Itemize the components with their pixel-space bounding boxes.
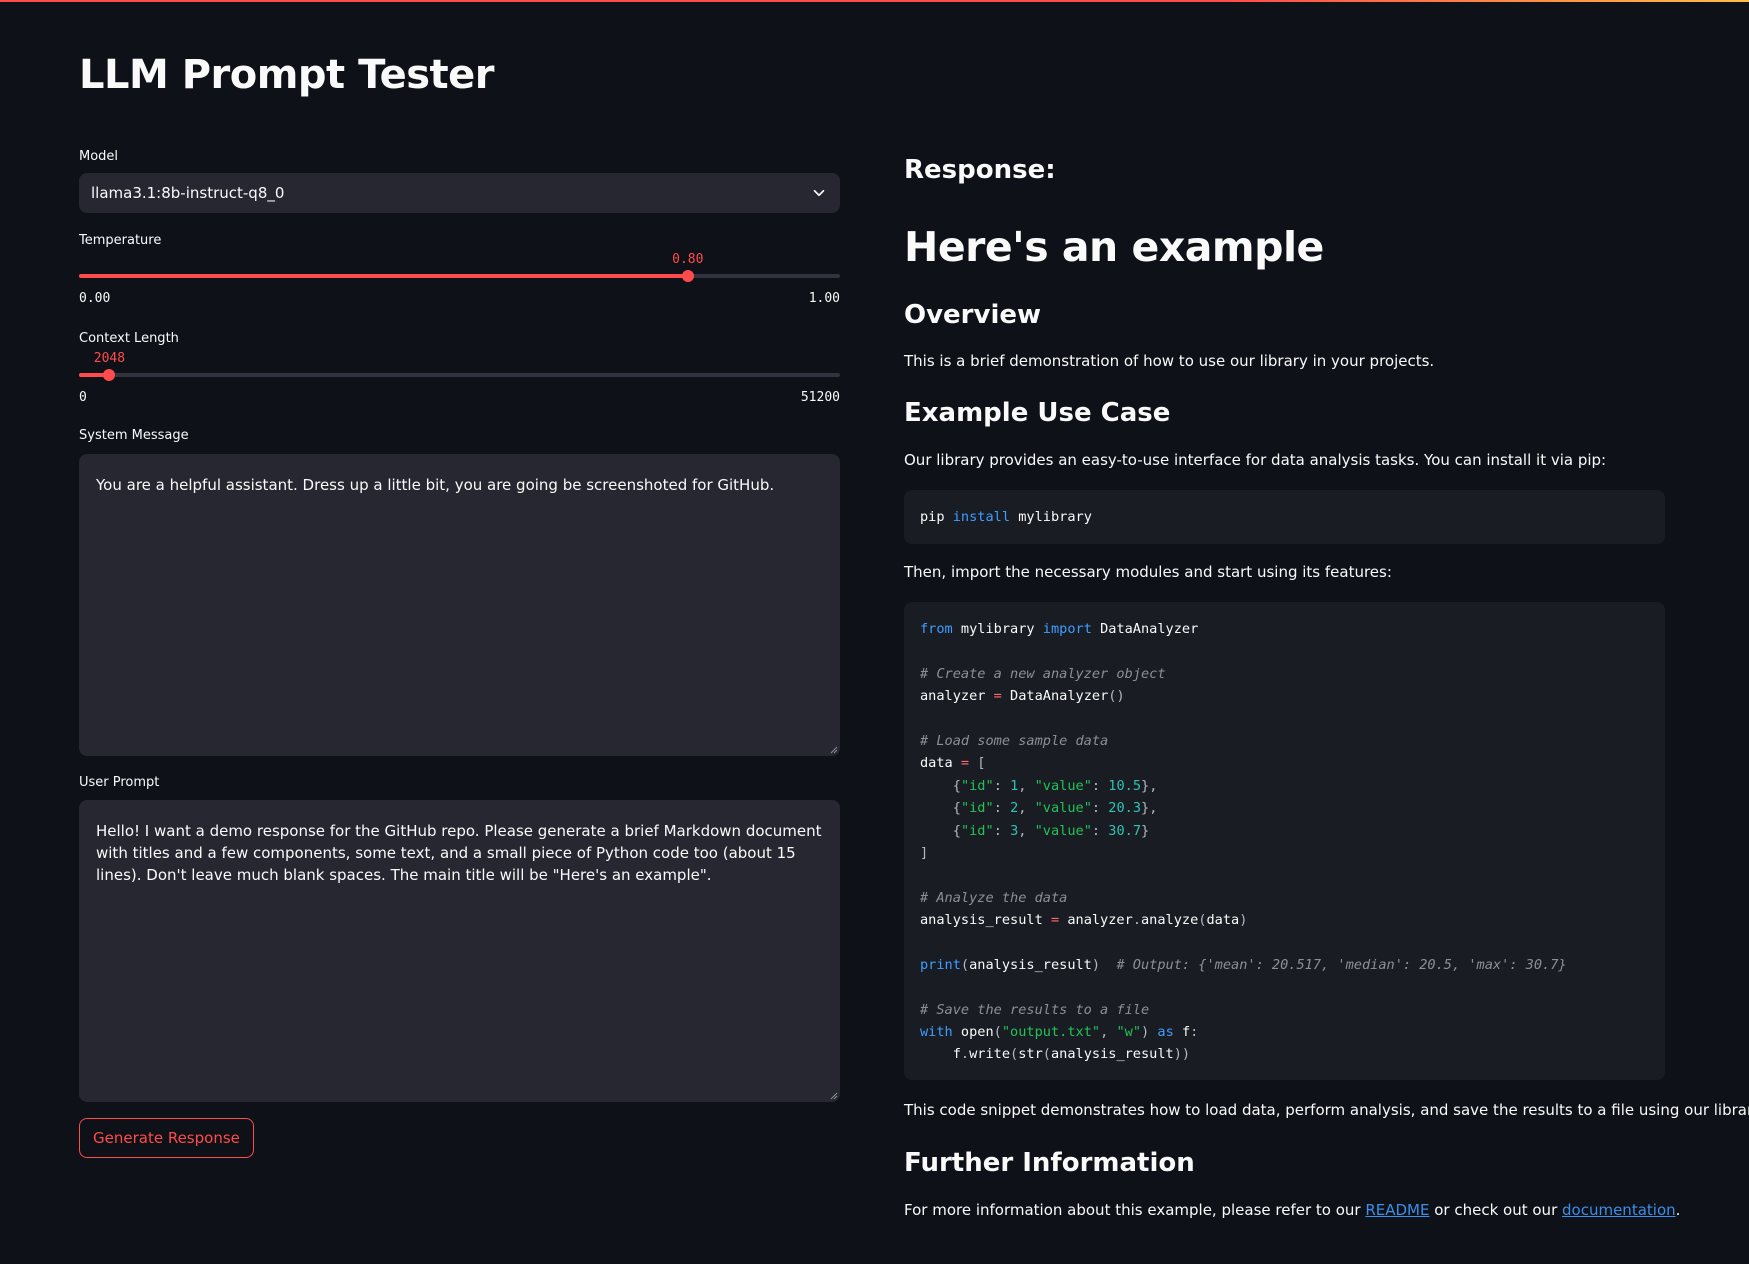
slider-value: 0.80	[672, 252, 704, 267]
code-line: data = [	[920, 755, 986, 772]
pip-package: mylibrary	[1018, 509, 1092, 525]
code-line: {"id": 2, "value": 20.3},	[952, 800, 1158, 817]
system-message-textarea[interactable]: You are a helpful assistant. Dress up a …	[79, 454, 840, 756]
pip-code-block: pip install mylibrary	[904, 490, 1665, 544]
resize-grip-icon[interactable]	[828, 744, 838, 754]
slider-fill	[79, 274, 688, 278]
overview-heading: Overview	[904, 300, 1042, 330]
import-text: Then, import the necessary modules and s…	[904, 563, 1392, 581]
slider-thumb[interactable]	[103, 369, 115, 381]
context-length-slider[interactable]: 2048 0 51200	[79, 351, 840, 405]
code-line: # Create a new analyzer object	[920, 665, 1166, 682]
code-line: analysis_result = analyzer.analyze(data)	[920, 912, 1248, 929]
usecase-heading: Example Use Case	[904, 398, 1171, 428]
readme-link[interactable]: README	[1365, 1201, 1429, 1219]
slider-value: 2048	[93, 351, 126, 366]
temperature-slider[interactable]: 0.80 0.00 1.00	[79, 252, 840, 306]
code-line: # Save the results to a file	[920, 1001, 1150, 1018]
model-select[interactable]: llama3.1:8b-instruct-q8_0	[79, 173, 840, 213]
chevron-down-icon	[813, 189, 825, 197]
code-line: analyzer = DataAnalyzer()	[920, 688, 1125, 705]
further-text: For more information about this example,…	[904, 1201, 1680, 1219]
slider-track	[79, 373, 840, 377]
temperature-label: Temperature	[79, 233, 162, 248]
code-line: {"id": 1, "value": 10.5},	[952, 777, 1158, 794]
further-text-before: For more information about this example,…	[904, 1201, 1366, 1219]
top-decoration-bar	[0, 0, 1749, 2]
user-prompt-textarea[interactable]: Hello! I want a demo response for the Gi…	[79, 800, 840, 1102]
generate-response-button[interactable]: Generate Response	[79, 1118, 254, 1158]
code-line: from mylibrary import DataAnalyzer	[920, 621, 1199, 637]
user-prompt-value: Hello! I want a demo response for the Gi…	[96, 822, 822, 884]
system-message-label: System Message	[79, 428, 189, 443]
further-heading: Further Information	[904, 1148, 1195, 1178]
page-title: LLM Prompt Tester	[79, 52, 494, 98]
python-code-block: from mylibrary import DataAnalyzer # Cre…	[904, 602, 1665, 1080]
model-label: Model	[79, 149, 119, 164]
code-line: # Analyze the data	[920, 889, 1068, 906]
snippet-text: This code snippet demonstrates how to lo…	[904, 1101, 1749, 1119]
response-label: Response:	[904, 155, 1056, 185]
code-line: {"id": 3, "value": 30.7}	[952, 822, 1150, 839]
code-line: f.write(str(analysis_result))	[920, 1046, 1191, 1063]
slider-min: 0	[79, 390, 87, 405]
documentation-link[interactable]: documentation	[1562, 1201, 1676, 1219]
further-text-middle: or check out our	[1429, 1201, 1563, 1219]
usecase-text: Our library provides an easy-to-use inte…	[904, 451, 1607, 469]
overview-text: This is a brief demonstration of how to …	[904, 352, 1435, 370]
model-select-value: llama3.1:8b-instruct-q8_0	[91, 184, 285, 202]
resize-grip-icon[interactable]	[828, 1090, 838, 1100]
response-h1: Here's an example	[904, 223, 1324, 271]
slider-max: 1.00	[808, 291, 840, 306]
slider-max: 51200	[800, 390, 840, 405]
context-length-label: Context Length	[79, 331, 179, 346]
code-line: print(analysis_result) # Output: {'mean'…	[920, 956, 1567, 973]
slider-min: 0.00	[79, 291, 111, 306]
further-text-after: .	[1675, 1201, 1681, 1219]
pip-subcommand: install	[952, 509, 1011, 525]
pip-cmd: pip	[920, 509, 945, 525]
code-line: # Load some sample data	[920, 732, 1109, 749]
system-message-value: You are a helpful assistant. Dress up a …	[96, 476, 775, 494]
code-line: with open("output.txt", "w") as f:	[920, 1024, 1199, 1041]
code-line: ]	[920, 844, 929, 861]
slider-thumb[interactable]	[681, 270, 694, 282]
user-prompt-label: User Prompt	[79, 775, 160, 790]
